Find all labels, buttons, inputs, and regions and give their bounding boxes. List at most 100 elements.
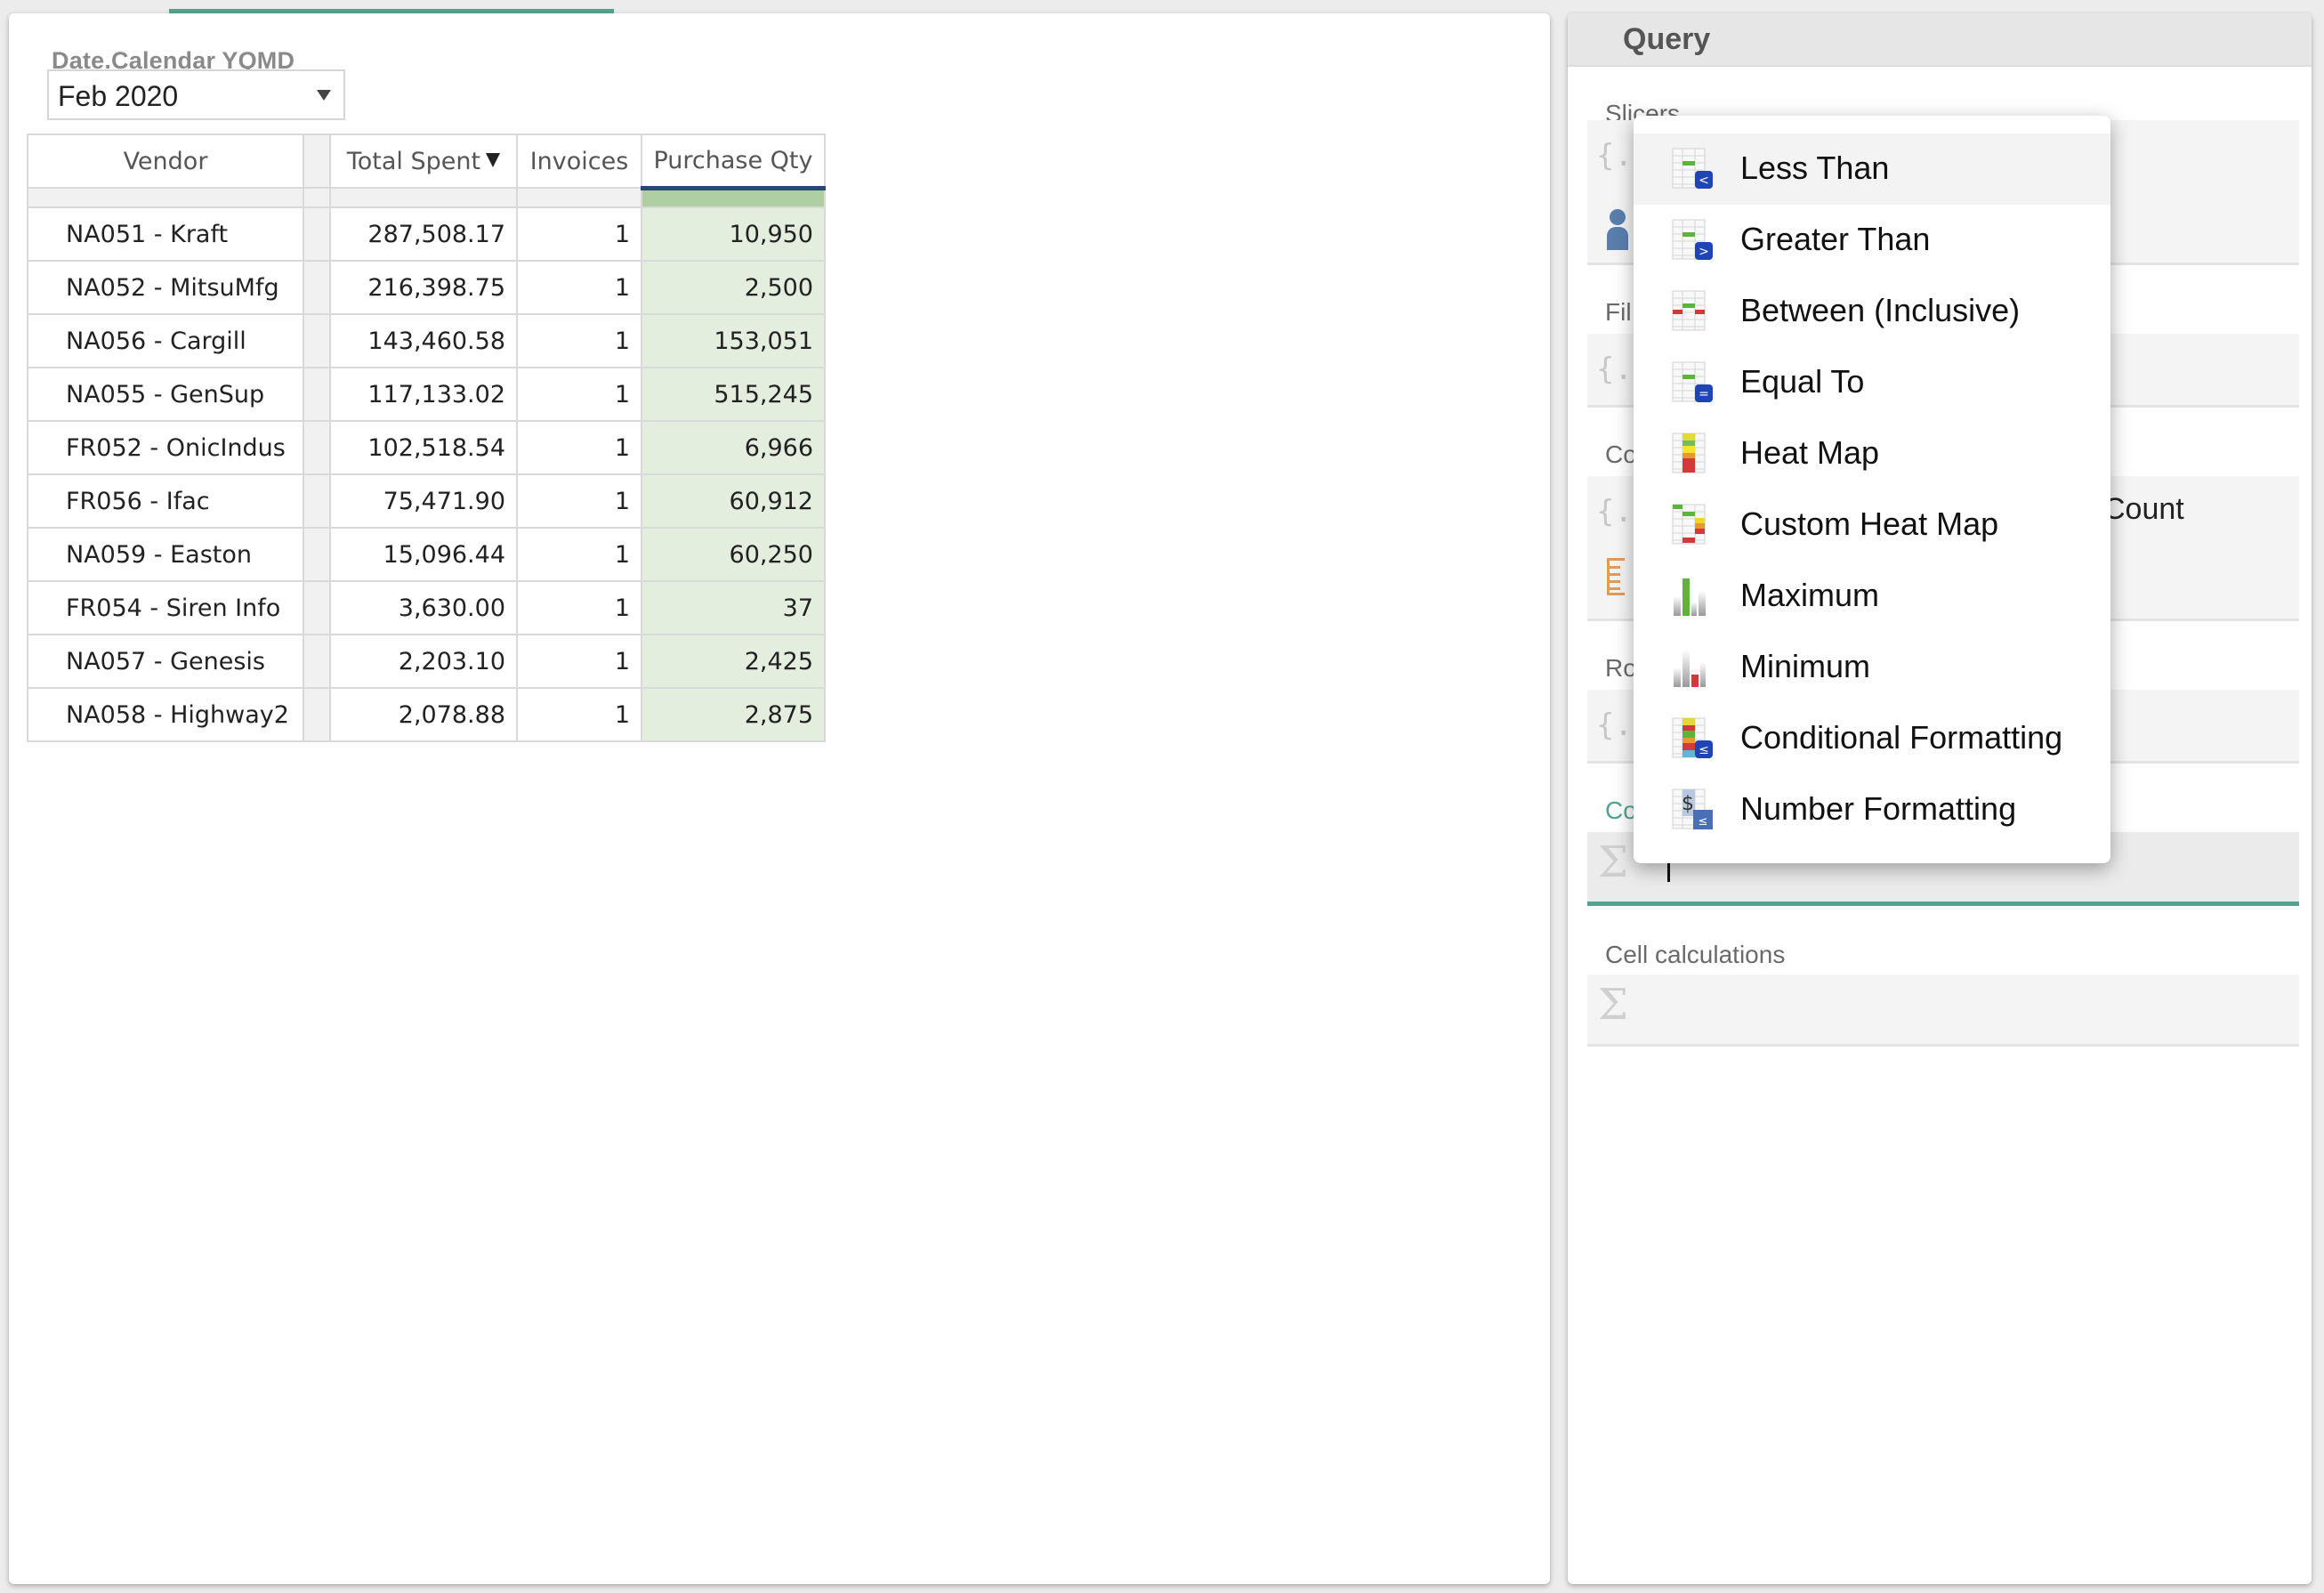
column-header-purchase-qty[interactable]: Purchase Qty bbox=[641, 133, 826, 190]
table-row: FR056 - Ifac 75,471.90 1 60,912 bbox=[27, 473, 826, 529]
spacer-cell bbox=[303, 420, 331, 475]
purchase-qty-cell[interactable]: 2,425 bbox=[641, 634, 826, 689]
invoices-cell[interactable]: 1 bbox=[516, 473, 642, 529]
column-header-total-spent[interactable]: Total Spent bbox=[329, 133, 518, 189]
query-title: Query bbox=[1623, 22, 1711, 56]
menu-item-heat-map[interactable]: Heat Map bbox=[1634, 418, 2110, 489]
total-spent-cell[interactable]: 15,096.44 bbox=[329, 527, 518, 582]
sigma-icon: Σ bbox=[1598, 980, 1628, 1030]
svg-text:$: $ bbox=[1682, 793, 1694, 815]
total-spent-cell[interactable]: 287,508.17 bbox=[329, 206, 518, 262]
purchase-qty-cell[interactable]: 6,966 bbox=[641, 420, 826, 475]
subrow-cell bbox=[516, 187, 642, 208]
table-row: FR052 - OnicIndus 102,518.54 1 6,966 bbox=[27, 420, 826, 475]
invoices-cell[interactable]: 1 bbox=[516, 634, 642, 689]
total-spent-cell[interactable]: 216,398.75 bbox=[329, 260, 518, 315]
section-label-cell-calculations: Cell calculations bbox=[1605, 941, 1786, 968]
column-header-spacer bbox=[303, 133, 331, 189]
cell-calculations-input[interactable]: Σ bbox=[1587, 974, 2299, 1047]
table-row: NA058 - Highway2 2,078.88 1 2,875 bbox=[27, 687, 826, 742]
menu-item-equal-to[interactable]: = Equal To bbox=[1634, 347, 2110, 418]
minimum-icon bbox=[1671, 646, 1715, 689]
spacer-cell bbox=[303, 687, 331, 742]
total-spent-cell[interactable]: 102,518.54 bbox=[329, 420, 518, 475]
purchase-qty-cell[interactable]: 515,245 bbox=[641, 367, 826, 422]
invoices-cell[interactable]: 1 bbox=[516, 580, 642, 635]
invoices-cell[interactable]: 1 bbox=[516, 527, 642, 582]
purchase-qty-cell[interactable]: 2,500 bbox=[641, 260, 826, 315]
vendor-cell[interactable]: FR052 - OnicIndus bbox=[27, 420, 304, 475]
menu-item-label: Custom Heat Map bbox=[1740, 505, 1999, 542]
vendor-cell[interactable]: NA059 - Easton bbox=[27, 527, 304, 582]
menu-item-conditional-formatting[interactable]: ≤ Conditional Formatting bbox=[1634, 703, 2110, 774]
menu-item-between-inclusive[interactable]: Between (Inclusive) bbox=[1634, 276, 2110, 347]
section-label-columns: Co bbox=[1605, 441, 1637, 468]
header-subrow bbox=[27, 187, 826, 208]
query-header: Query bbox=[1568, 13, 2312, 67]
total-spent-cell[interactable]: 75,471.90 bbox=[329, 473, 518, 529]
menu-item-label: Greater Than bbox=[1740, 221, 1931, 257]
menu-item-label: Number Formatting bbox=[1740, 790, 2017, 827]
svg-text:>: > bbox=[1699, 245, 1709, 259]
purchase-qty-cell[interactable]: 37 bbox=[641, 580, 826, 635]
subrow-cell bbox=[303, 187, 331, 208]
vendor-cell[interactable]: NA056 - Cargill bbox=[27, 313, 304, 368]
invoices-cell[interactable]: 1 bbox=[516, 367, 642, 422]
total-spent-cell[interactable]: 2,203.10 bbox=[329, 634, 518, 689]
spacer-cell bbox=[303, 473, 331, 529]
table-row: NA055 - GenSup 117,133.02 1 515,245 bbox=[27, 367, 826, 422]
invoices-cell[interactable]: 1 bbox=[516, 313, 642, 368]
chevron-down-icon[interactable] bbox=[317, 90, 331, 101]
column-measure-count[interactable]: Count bbox=[2103, 492, 2184, 527]
vendor-cell[interactable]: NA057 - Genesis bbox=[27, 634, 304, 689]
invoices-cell[interactable]: 1 bbox=[516, 260, 642, 315]
vendor-cell[interactable]: FR054 - Siren Info bbox=[27, 580, 304, 635]
purchase-qty-cell[interactable]: 10,950 bbox=[641, 206, 826, 262]
vendor-cell[interactable]: NA052 - MitsuMfg bbox=[27, 260, 304, 315]
vendor-cell[interactable]: FR056 - Ifac bbox=[27, 473, 304, 529]
sort-descending-icon[interactable] bbox=[486, 152, 501, 167]
report-panel: Date.Calendar YQMD Feb 2020 Vendor Total… bbox=[9, 13, 1550, 1584]
section-label-calculations: Co bbox=[1605, 796, 1637, 824]
column-header-vendor[interactable]: Vendor bbox=[27, 133, 304, 189]
menu-item-label: Less Than bbox=[1740, 150, 1890, 186]
invoices-cell[interactable]: 1 bbox=[516, 420, 642, 475]
vendor-cell[interactable]: NA058 - Highway2 bbox=[27, 687, 304, 742]
greater-than-icon: > bbox=[1671, 219, 1715, 262]
less-than-icon: < bbox=[1671, 148, 1715, 190]
purchase-qty-cell[interactable]: 2,875 bbox=[641, 687, 826, 742]
measure-icon bbox=[1607, 558, 1625, 595]
column-header-invoices[interactable]: Invoices bbox=[516, 133, 642, 189]
slicer-selected-value: Feb 2020 bbox=[58, 80, 179, 112]
menu-item-custom-heat-map[interactable]: Custom Heat Map bbox=[1634, 489, 2110, 561]
total-spent-cell[interactable]: 117,133.02 bbox=[329, 367, 518, 422]
conditional-formatting-icon: ≤ bbox=[1671, 717, 1715, 760]
svg-text:≤: ≤ bbox=[1699, 815, 1708, 829]
purchase-qty-cell[interactable]: 60,912 bbox=[641, 473, 826, 529]
total-spent-cell[interactable]: 143,460.58 bbox=[329, 313, 518, 368]
section-label-filters: Fil bbox=[1605, 298, 1632, 326]
invoices-cell[interactable]: 1 bbox=[516, 206, 642, 262]
date-slicer-dropdown[interactable]: Feb 2020 bbox=[47, 69, 345, 120]
svg-text:<: < bbox=[1699, 174, 1709, 188]
menu-item-less-than[interactable]: < Less Than bbox=[1634, 133, 2110, 205]
equal-to-icon: = bbox=[1671, 361, 1715, 404]
total-spent-cell[interactable]: 2,078.88 bbox=[329, 687, 518, 742]
vendor-cell[interactable]: NA051 - Kraft bbox=[27, 206, 304, 262]
purchase-qty-cell[interactable]: 153,051 bbox=[641, 313, 826, 368]
menu-item-greater-than[interactable]: > Greater Than bbox=[1634, 205, 2110, 276]
spacer-cell bbox=[303, 313, 331, 368]
pivot-grid: Vendor Total Spent Invoices Purchase Qty… bbox=[27, 133, 826, 742]
menu-item-maximum[interactable]: Maximum bbox=[1634, 561, 2110, 632]
invoices-cell[interactable]: 1 bbox=[516, 687, 642, 742]
menu-item-label: Heat Map bbox=[1740, 434, 1880, 471]
purchase-qty-cell[interactable]: 60,250 bbox=[641, 527, 826, 582]
total-spent-cell[interactable]: 3,630.00 bbox=[329, 580, 518, 635]
menu-item-label: Between (Inclusive) bbox=[1740, 292, 2021, 328]
menu-item-minimum[interactable]: Minimum bbox=[1634, 632, 2110, 703]
spacer-cell bbox=[303, 527, 331, 582]
menu-item-label: Minimum bbox=[1740, 648, 1871, 684]
menu-item-number-formatting[interactable]: $ ≤ Number Formatting bbox=[1634, 774, 2110, 845]
svg-text:=: = bbox=[1699, 387, 1709, 401]
vendor-cell[interactable]: NA055 - GenSup bbox=[27, 367, 304, 422]
